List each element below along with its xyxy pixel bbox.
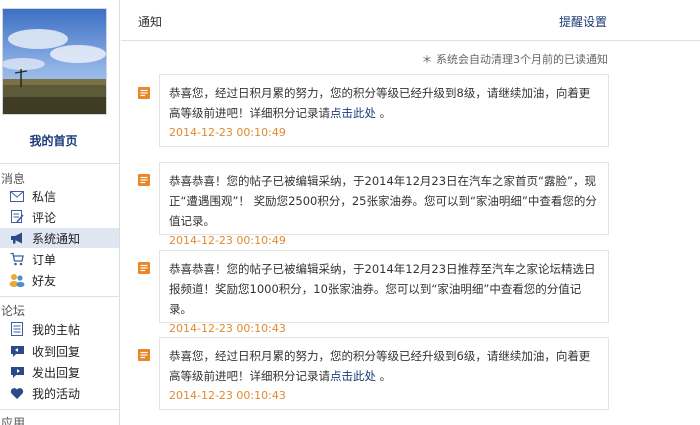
reply-in-icon	[9, 343, 25, 359]
sidebar-item-received-replies[interactable]: 收到回复	[0, 341, 119, 361]
notice-timestamp: 2014-12-23 00:10:49	[169, 234, 286, 247]
sidebar-item-label: 私信	[32, 189, 57, 204]
reminder-settings-link[interactable]: 提醒设置	[559, 13, 607, 30]
sidebar-divider	[0, 409, 120, 410]
main-content: 通知 提醒设置 ＊ 系统会自动清理3个月前的已读通知 恭喜您，经过日积月累的努力…	[121, 0, 700, 425]
sidebar-divider	[0, 296, 120, 297]
page-title: 通知	[138, 15, 163, 29]
sidebar-item-comments[interactable]: 评论	[0, 207, 119, 227]
section-title-messages: 消息	[1, 172, 26, 186]
auto-clean-note: ＊ 系统会自动清理3个月前的已读通知	[421, 53, 609, 66]
notice-document-icon	[138, 349, 150, 361]
sidebar-item-label: 发出回复	[32, 365, 81, 380]
click-here-link[interactable]: 点击此处	[330, 369, 376, 383]
notice-card: 恭喜恭喜！您的帖子已被编辑采纳，于2014年12月23日在汽车之家首页“露脸”，…	[159, 162, 609, 247]
page-header: 通知 提醒设置	[121, 0, 700, 41]
notice-message: 恭喜恭喜！您的帖子已被编辑采纳，于2014年12月23日在汽车之家首页“露脸”，…	[169, 174, 597, 228]
sidebar-item-private-message[interactable]: 私信	[0, 186, 119, 206]
sidebar-item-sent-replies[interactable]: 发出回复	[0, 362, 119, 382]
document-icon	[9, 321, 25, 337]
sidebar-item-my-posts[interactable]: 我的主帖	[0, 319, 119, 339]
notice-suffix: 。	[376, 106, 392, 120]
comment-edit-icon	[9, 209, 25, 225]
sidebar-item-orders[interactable]: 订单	[0, 249, 119, 269]
my-home-link[interactable]: 我的首页	[0, 132, 107, 149]
sidebar-item-label: 我的活动	[32, 386, 81, 401]
section-title-apps: 应用	[1, 416, 26, 425]
notice-document-icon	[138, 87, 150, 99]
reply-out-icon	[9, 364, 25, 380]
heart-icon	[9, 385, 25, 401]
sidebar-item-label: 收到回复	[32, 344, 81, 359]
megaphone-icon	[9, 230, 25, 246]
notice-timestamp: 2014-12-23 00:10:43	[169, 389, 286, 402]
sidebar-item-label: 评论	[32, 210, 57, 225]
cart-icon	[9, 251, 25, 267]
notice-suffix: 。	[376, 369, 392, 383]
notice-text: 恭喜您，经过日积月累的努力，您的积分等级已经升级到8级，请继续加油，向着更高等级…	[169, 83, 598, 123]
notice-document-icon	[138, 262, 150, 274]
notice-card: 恭喜您，经过日积月累的努力，您的积分等级已经升级到6级，请继续加油，向着更高等级…	[159, 337, 609, 410]
sidebar-item-label: 好友	[32, 273, 57, 288]
notice-message: 恭喜恭喜！您的帖子已被编辑采纳，于2014年12月23日推荐至汽车之家论坛精选日…	[169, 262, 596, 316]
sidebar-item-my-activities[interactable]: 我的活动	[0, 383, 119, 403]
section-title-forum: 论坛	[1, 304, 26, 318]
sidebar-item-label: 系统通知	[32, 231, 81, 246]
avatar[interactable]	[2, 8, 107, 115]
sidebar: 我的首页 消息 私信 评论 系统通知 订单 好友 论坛 我的主帖 收到回复 发出…	[0, 0, 120, 425]
friends-icon	[9, 272, 25, 288]
sidebar-item-system-notice[interactable]: 系统通知	[0, 228, 119, 248]
sidebar-divider	[0, 163, 120, 164]
sidebar-item-label: 我的主帖	[32, 322, 81, 337]
click-here-link[interactable]: 点击此处	[330, 106, 376, 120]
sidebar-item-friends[interactable]: 好友	[0, 270, 119, 290]
notice-document-icon	[138, 174, 150, 186]
envelope-icon	[9, 188, 25, 204]
notice-card: 恭喜您，经过日积月累的努力，您的积分等级已经升级到8级，请继续加油，向着更高等级…	[159, 74, 609, 147]
notice-timestamp: 2014-12-23 00:10:49	[169, 126, 286, 139]
notice-card: 恭喜恭喜！您的帖子已被编辑采纳，于2014年12月23日推荐至汽车之家论坛精选日…	[159, 250, 609, 335]
notice-text: 恭喜您，经过日积月累的努力，您的积分等级已经升级到6级，请继续加油，向着更高等级…	[169, 346, 598, 386]
sidebar-item-label: 订单	[32, 252, 57, 267]
notice-timestamp: 2014-12-23 00:10:43	[169, 322, 286, 335]
